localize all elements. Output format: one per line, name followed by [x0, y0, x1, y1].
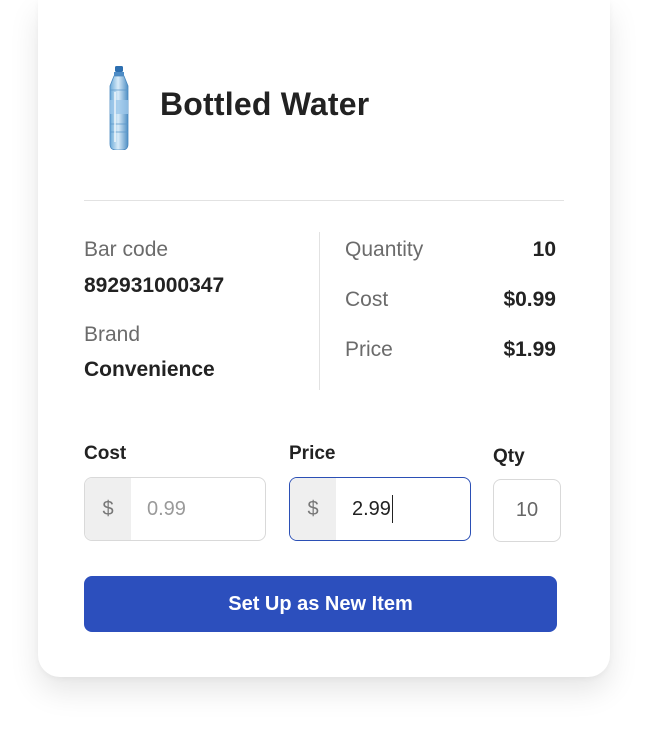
- brand-label: Brand: [84, 323, 141, 346]
- cost-field-label: Cost: [84, 443, 127, 464]
- cost-input[interactable]: 0.99: [131, 478, 265, 540]
- price-value: $1.99: [503, 338, 556, 361]
- product-title: Bottled Water: [160, 86, 370, 122]
- cost-value: $0.99: [503, 288, 556, 311]
- barcode-value: 892931000347: [84, 274, 225, 297]
- qty-field-label: Qty: [493, 446, 525, 467]
- cost-input-group[interactable]: $ 0.99: [84, 477, 266, 541]
- price-input-value: 2.99: [352, 497, 391, 520]
- price-input[interactable]: 2.99: [336, 478, 470, 540]
- cost-label: Cost: [345, 288, 389, 311]
- quantity-value: 10: [532, 238, 556, 261]
- price-currency-prefix: $: [290, 478, 336, 540]
- quantity-label: Quantity: [345, 238, 424, 261]
- brand-value: Convenience: [84, 358, 215, 381]
- set-up-new-item-button[interactable]: Set Up as New Item: [84, 576, 557, 632]
- price-input-group[interactable]: $ 2.99: [289, 477, 471, 541]
- price-label: Price: [345, 338, 393, 361]
- header-divider: [84, 200, 564, 201]
- item-card: Bottled Water Bar code 892931000347 Bran…: [38, 0, 610, 677]
- text-caret: [391, 495, 394, 523]
- water-bottle-image: [109, 66, 129, 150]
- details-divider: [319, 232, 320, 390]
- price-field-label: Price: [289, 443, 336, 464]
- cost-currency-prefix: $: [85, 478, 131, 540]
- barcode-label: Bar code: [84, 238, 169, 261]
- qty-input[interactable]: 10: [493, 479, 561, 542]
